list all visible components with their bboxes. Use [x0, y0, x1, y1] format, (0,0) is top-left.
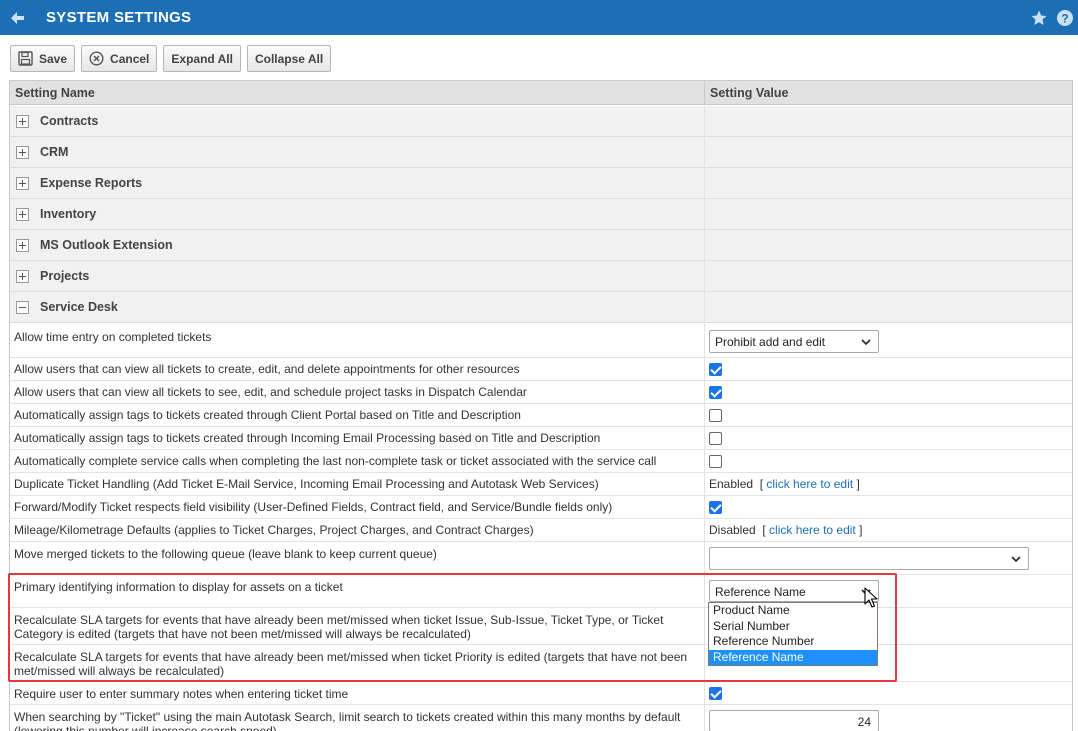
select-value: Reference Name — [715, 585, 806, 599]
setting-name: Automatically complete service calls whe… — [14, 454, 657, 468]
setting-name: Allow time entry on completed tickets — [14, 330, 212, 344]
star-icon[interactable] — [1030, 9, 1048, 27]
category-row-crm[interactable]: CRM — [10, 137, 1072, 168]
setting-checkbox[interactable] — [709, 363, 722, 376]
status-text: Enabled — [709, 477, 754, 491]
column-header-setting-name: Setting Name — [15, 86, 95, 100]
setting-row: Automatically assign tags to tickets cre… — [10, 404, 1072, 427]
back-arrow-icon[interactable] — [8, 9, 26, 27]
setting-checkbox[interactable] — [709, 409, 722, 422]
expand-icon[interactable] — [16, 177, 29, 190]
app-header: SYSTEM SETTINGS ? — [0, 0, 1078, 35]
chevron-down-icon — [861, 339, 871, 346]
category-label: Inventory — [40, 207, 97, 221]
expand-icon[interactable] — [16, 115, 29, 128]
dropdown-option[interactable]: Reference Number — [709, 634, 877, 650]
cancel-label: Cancel — [110, 51, 150, 66]
status-text: Disabled — [709, 523, 756, 537]
setting-name: Automatically assign tags to tickets cre… — [14, 431, 601, 445]
mouse-cursor-icon — [864, 587, 878, 608]
category-label: CRM — [40, 145, 69, 159]
edit-link[interactable]: click here to edit — [769, 523, 856, 537]
column-header-setting-value: Setting Value — [710, 86, 789, 100]
expand-icon[interactable] — [16, 239, 29, 252]
dropdown-option-selected[interactable]: Reference Name — [709, 649, 877, 665]
setting-row: Recalculate SLA targets for events that … — [10, 608, 1072, 645]
toolbar: Save Cancel Expand All Collapse All — [10, 45, 332, 72]
setting-checkbox[interactable] — [709, 455, 722, 468]
setting-name: Allow users that can view all tickets to… — [14, 385, 527, 399]
category-label: MS Outlook Extension — [40, 238, 173, 252]
category-row-contracts[interactable]: Contracts — [10, 106, 1072, 137]
setting-name: Primary identifying information to displ… — [14, 580, 343, 594]
time-entry-select[interactable]: Prohibit add and edit — [709, 330, 879, 353]
collapse-icon[interactable] — [16, 301, 29, 314]
setting-row: Primary identifying information to displ… — [10, 575, 1072, 608]
column-divider — [704, 81, 705, 105]
category-label: Contracts — [40, 114, 99, 128]
setting-name: Forward/Modify Ticket respects field vis… — [14, 500, 613, 514]
category-row-expense-reports[interactable]: Expense Reports — [10, 168, 1072, 199]
help-icon[interactable]: ? — [1056, 9, 1074, 27]
setting-name: Automatically assign tags to tickets cre… — [14, 408, 521, 422]
cancel-button[interactable]: Cancel — [81, 45, 158, 72]
page-title: SYSTEM SETTINGS — [46, 9, 192, 26]
category-row-projects[interactable]: Projects — [10, 261, 1072, 292]
category-row-service-desk[interactable]: Service Desk — [10, 292, 1072, 323]
setting-name: Allow users that can view all tickets to… — [14, 362, 520, 376]
setting-name: Recalculate SLA targets for events that … — [14, 650, 688, 678]
setting-row: Move merged tickets to the following que… — [10, 542, 1072, 575]
setting-row: Mileage/Kilometrage Defaults (applies to… — [10, 519, 1072, 542]
setting-row: Duplicate Ticket Handling (Add Ticket E-… — [10, 473, 1072, 496]
save-button[interactable]: Save — [10, 45, 76, 72]
setting-name: Recalculate SLA targets for events that … — [14, 613, 664, 641]
setting-checkbox[interactable] — [709, 432, 722, 445]
chevron-down-icon — [1011, 556, 1021, 563]
expand-icon[interactable] — [16, 208, 29, 221]
asset-display-select[interactable]: Reference Name — [709, 580, 879, 602]
category-label: Projects — [40, 269, 90, 283]
setting-row: Forward/Modify Ticket respects field vis… — [10, 496, 1072, 519]
setting-checkbox[interactable] — [709, 687, 722, 700]
setting-name: Mileage/Kilometrage Defaults (applies to… — [14, 523, 534, 537]
setting-row: Automatically assign tags to tickets cre… — [10, 427, 1072, 450]
setting-row: Recalculate SLA targets for events that … — [10, 645, 1072, 682]
search-months-input[interactable]: 24 — [709, 710, 879, 731]
expand-all-button[interactable]: Expand All — [163, 45, 241, 72]
svg-text:?: ? — [1061, 12, 1068, 26]
setting-name: Require user to enter summary notes when… — [14, 687, 349, 701]
setting-row: Allow users that can view all tickets to… — [10, 358, 1072, 381]
setting-name: When searching by "Ticket" using the mai… — [14, 710, 681, 731]
setting-checkbox[interactable] — [709, 386, 722, 399]
cancel-icon — [89, 51, 104, 66]
settings-grid: Setting Name Setting Value Contracts CRM… — [9, 80, 1073, 731]
grid-header: Setting Name Setting Value — [10, 81, 1072, 105]
category-row-inventory[interactable]: Inventory — [10, 199, 1072, 230]
setting-row: Automatically complete service calls whe… — [10, 450, 1072, 473]
expand-icon[interactable] — [16, 146, 29, 159]
category-label: Expense Reports — [40, 176, 143, 190]
dropdown-option[interactable]: Product Name — [709, 603, 877, 619]
collapse-all-button[interactable]: Collapse All — [246, 45, 332, 72]
category-row-ms-outlook-extension[interactable]: MS Outlook Extension — [10, 230, 1072, 261]
merge-queue-select[interactable] — [709, 547, 1029, 570]
setting-row: Require user to enter summary notes when… — [10, 682, 1072, 705]
setting-row: Allow users that can view all tickets to… — [10, 381, 1072, 404]
expand-icon[interactable] — [16, 270, 29, 283]
setting-row: Allow time entry on completed tickets Pr… — [10, 324, 1072, 358]
edit-link[interactable]: click here to edit — [766, 477, 853, 491]
select-value: Prohibit add and edit — [715, 335, 826, 349]
setting-checkbox[interactable] — [709, 501, 722, 514]
save-label: Save — [39, 51, 68, 66]
dropdown-option[interactable]: Serial Number — [709, 619, 877, 635]
asset-display-options: Product Name Serial Number Reference Num… — [708, 602, 878, 666]
category-label: Service Desk — [40, 300, 118, 314]
setting-name: Move merged tickets to the following que… — [14, 547, 437, 561]
setting-row: When searching by "Ticket" using the mai… — [10, 705, 1072, 731]
setting-name: Duplicate Ticket Handling (Add Ticket E-… — [14, 477, 599, 491]
save-icon — [18, 51, 33, 66]
